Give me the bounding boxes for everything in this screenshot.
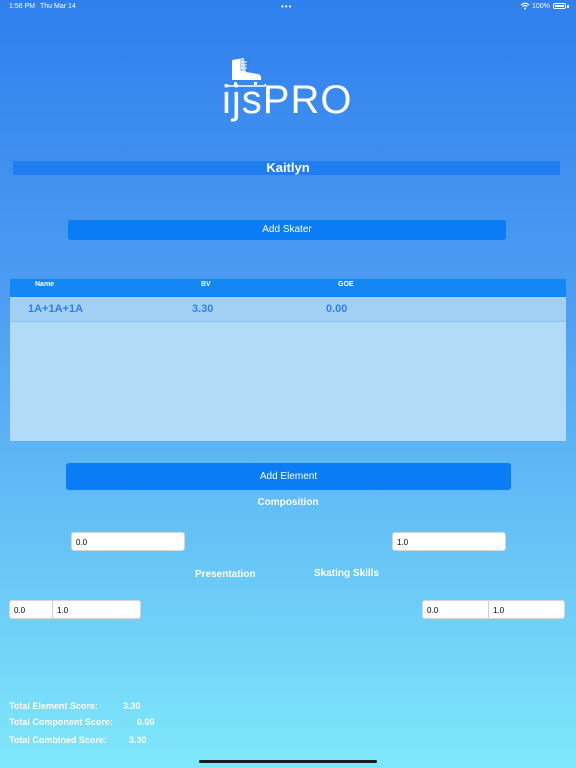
app-logo: ijsPRO	[222, 56, 352, 126]
status-time: 1:56 PM	[9, 3, 36, 10]
total-combined-value: 3.30	[129, 735, 147, 745]
table-row[interactable]: 1A+1A+1A 3.30 0.00	[10, 297, 566, 322]
presentation-value-field[interactable]: 0.0	[10, 601, 52, 618]
element-goe: 0.00	[326, 303, 348, 315]
elements-table[interactable]: Name BV GOE 1A+1A+1A 3.30 0.00	[10, 279, 566, 441]
battery-tip	[567, 5, 569, 8]
composition-value-field[interactable]: 0.0	[71, 532, 185, 551]
total-element-value: 3.30	[123, 701, 141, 711]
status-bar: 1:56 PM Thu Mar 14 ••• 100%	[0, 0, 576, 14]
add-skater-button[interactable]: Add Skater	[68, 220, 506, 240]
total-combined-label: Total Combined Score:	[9, 735, 107, 745]
presentation-label: Presentation	[195, 569, 256, 580]
total-combined-score: Total Combined Score: 3.30	[9, 735, 147, 745]
battery-percent: 100%	[532, 3, 550, 10]
home-indicator[interactable]	[199, 760, 377, 763]
total-component-score: Total Component Score: 0.00	[9, 717, 155, 727]
column-header-goe: GOE	[338, 281, 354, 288]
wifi-icon	[520, 2, 530, 10]
total-component-label: Total Component Score:	[9, 717, 113, 727]
element-name: 1A+1A+1A	[28, 303, 84, 315]
multitasking-dots-icon[interactable]: •••	[281, 2, 292, 11]
logo-text: ijsPRO	[222, 78, 353, 122]
composition-label: Composition	[257, 497, 319, 508]
total-component-value: 0.00	[137, 717, 155, 727]
skating-skills-field-group: 0.0 1.0	[422, 600, 565, 619]
total-element-label: Total Element Score:	[9, 701, 98, 711]
column-header-bv: BV	[201, 281, 211, 288]
element-bv: 3.30	[192, 303, 214, 315]
column-header-name: Name	[35, 281, 55, 288]
skating-skills-factor-field[interactable]: 1.0	[488, 601, 564, 618]
composition-factor-field[interactable]: 1.0	[392, 532, 506, 551]
total-element-score: Total Element Score: 3.30	[9, 701, 141, 711]
add-element-button[interactable]: Add Element	[66, 463, 511, 490]
presentation-factor-field[interactable]: 1.0	[52, 601, 140, 618]
skating-skills-value-field[interactable]: 0.0	[423, 601, 488, 618]
table-header: Name BV GOE	[10, 279, 566, 297]
skater-name[interactable]: Kaitlyn	[0, 160, 576, 175]
battery-icon	[553, 3, 566, 9]
skating-skills-label: Skating Skills	[314, 568, 380, 579]
presentation-field-group: 0.0 1.0	[9, 600, 141, 619]
status-date: Thu Mar 14	[40, 3, 76, 10]
